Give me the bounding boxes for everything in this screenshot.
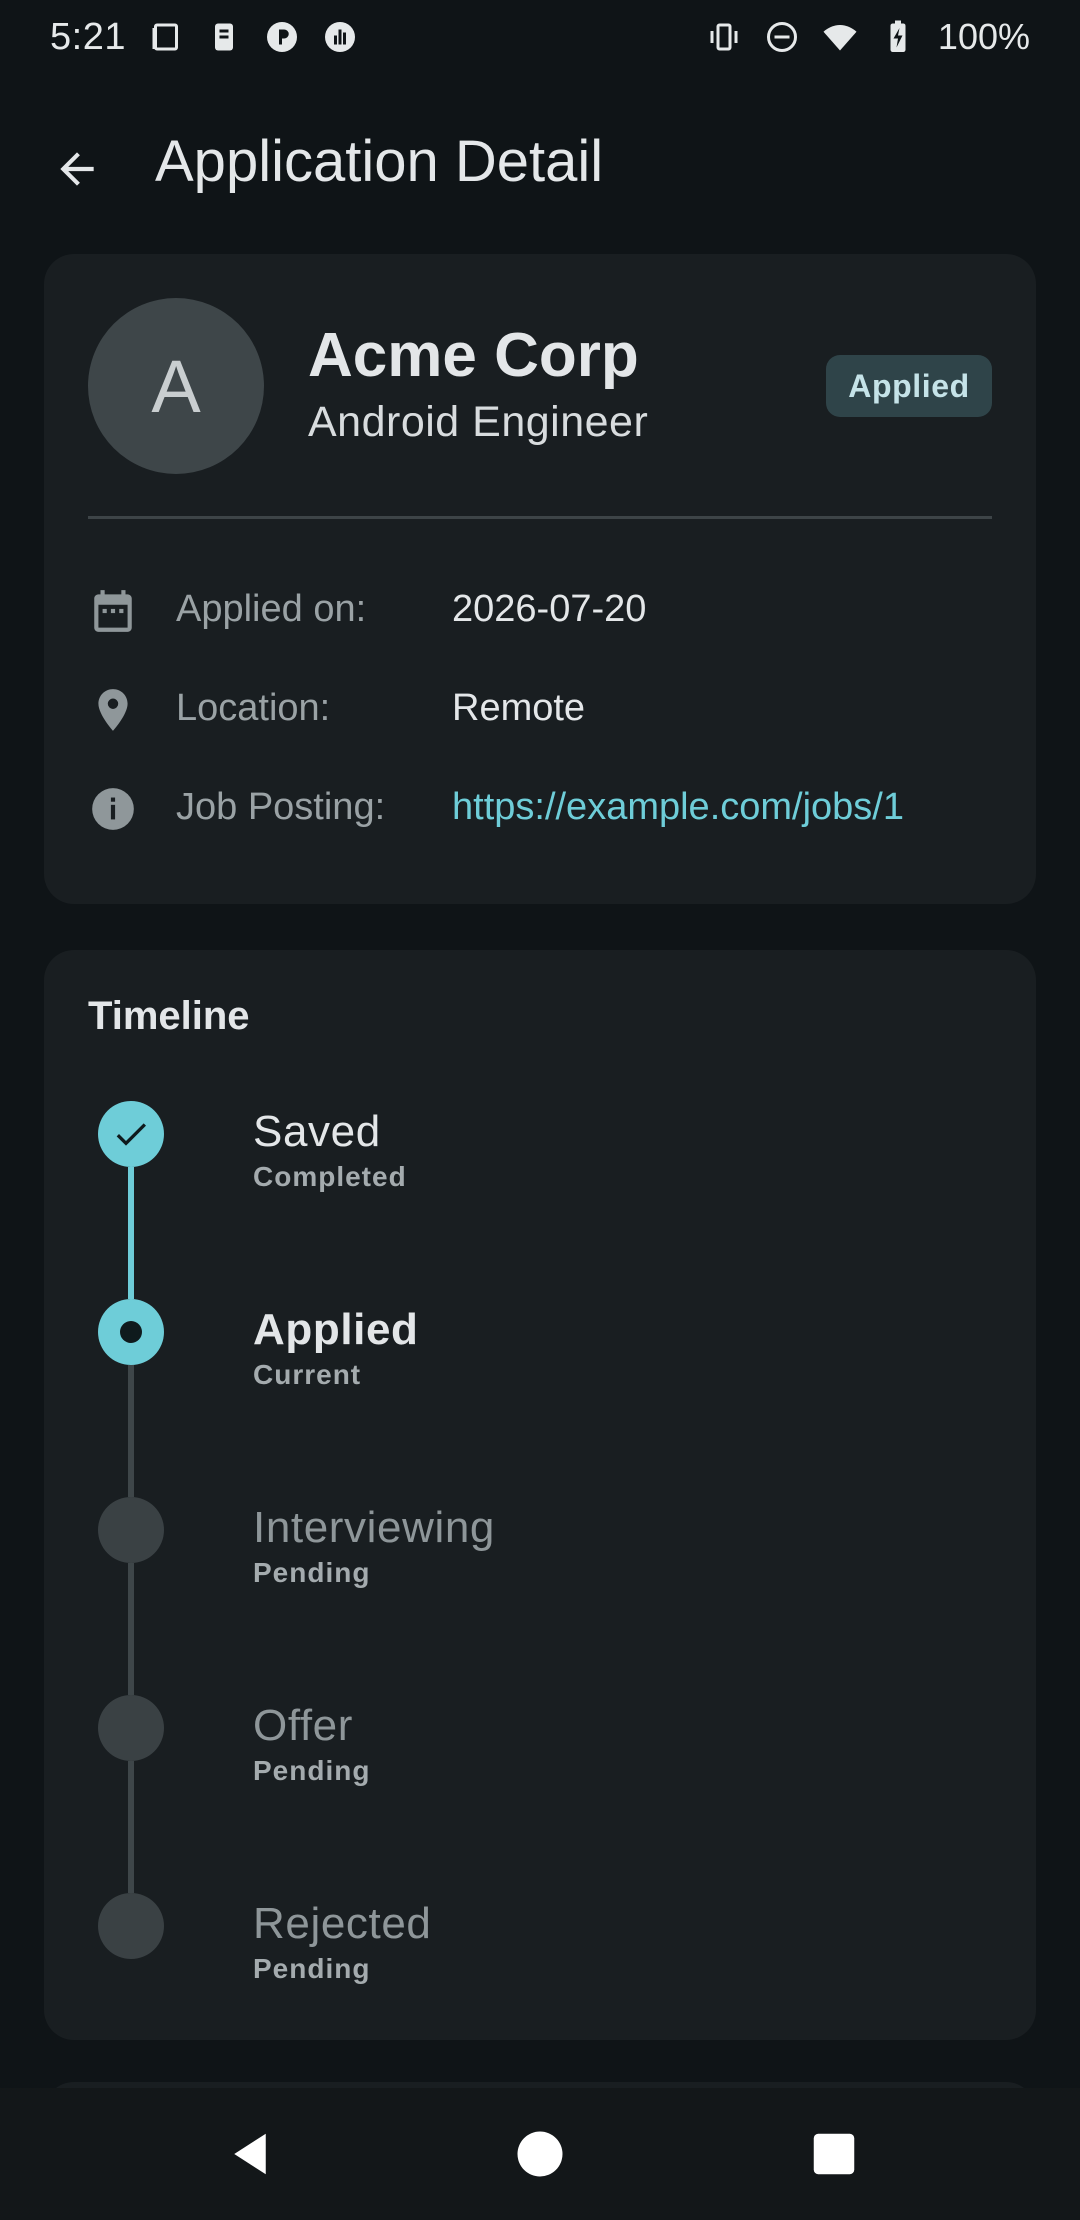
timeline-step-applied: Applied Current [98,1299,978,1497]
timeline-step-interviewing: Interviewing Pending [98,1497,978,1695]
location-value: Remote [452,687,586,729]
stats-icon [322,19,358,55]
parking-icon [264,19,300,55]
timeline-connector [128,1167,134,1299]
wifi-icon [822,19,858,55]
back-button[interactable] [40,132,114,206]
nav-home-button[interactable] [500,2114,580,2194]
step-name: Saved [253,1107,381,1156]
timeline-step-offer: Offer Pending [98,1695,978,1893]
step-name: Interviewing [253,1503,495,1552]
top-app-bar: Application Detail [0,110,1080,220]
company-avatar: A [88,298,264,474]
page-title: Application Detail [155,129,604,194]
step-name: Rejected [253,1899,432,1948]
detail-row-location: Location: Remote [88,679,992,739]
applied-date-value: 2026-07-20 [452,588,647,630]
step-state: Pending [253,1557,371,1588]
divider [88,516,992,519]
home-circle-icon [517,2131,563,2177]
job-title: Android Engineer [308,398,649,446]
status-badge: Applied [826,355,992,417]
system-navigation-bar [0,2088,1080,2220]
step-pending-dot [98,1695,164,1761]
wallet-icon [206,19,242,55]
timeline-card: Timeline Saved Completed Applied Current… [44,950,1036,2040]
timeline-step-rejected: Rejected Pending [98,1893,978,2091]
detail-row-applied-on: Applied on: 2026-07-20 [88,580,992,640]
step-current-dot [98,1299,164,1365]
arrow-back-icon [60,152,94,186]
location-pin-icon [88,685,138,735]
detail-label: Job Posting: [176,786,386,828]
notes-icon [148,19,184,55]
back-triangle-icon [234,2133,266,2175]
nav-recents-button[interactable] [794,2114,874,2194]
step-name: Offer [253,1701,354,1750]
timeline-connector [128,1563,134,1695]
detail-label: Location: [176,687,331,729]
screen: 5:21 100% Application Detail A Acme Corp… [0,0,1080,2220]
info-icon [88,784,138,834]
step-state: Pending [253,1953,371,1984]
timeline-connector [128,1761,134,1893]
timeline-connector [128,1365,134,1497]
step-name: Applied [253,1305,419,1354]
check-icon [116,1123,146,1146]
status-bar-left: 5:21 [50,16,358,59]
recents-square-icon [813,2133,855,2175]
calendar-icon [88,586,138,636]
application-card: A Acme Corp Android Engineer Applied App… [44,254,1036,904]
step-state: Completed [253,1161,407,1192]
company-name: Acme Corp [308,321,639,390]
job-posting-link[interactable]: https://example.com/jobs/1 [452,786,904,829]
status-bar-right: 100% [706,16,1030,58]
battery-charging-icon [880,19,916,55]
status-time: 5:21 [50,15,126,58]
vibrate-icon [706,19,742,55]
nav-back-button[interactable] [210,2114,290,2194]
step-pending-dot [98,1497,164,1563]
detail-label: Applied on: [176,588,367,630]
timeline-step-saved: Saved Completed [98,1101,978,1299]
detail-row-job-posting: Job Posting: https://example.com/jobs/1 [88,778,992,838]
battery-percent: 100% [937,16,1030,57]
step-state: Pending [253,1755,371,1786]
status-bar: 5:21 100% [0,0,1080,74]
current-indicator-icon [120,1321,142,1343]
step-state: Current [253,1359,362,1390]
timeline-heading: Timeline [88,994,250,1038]
step-completed-dot [98,1101,164,1167]
do-not-disturb-icon [764,19,800,55]
step-pending-dot [98,1893,164,1959]
